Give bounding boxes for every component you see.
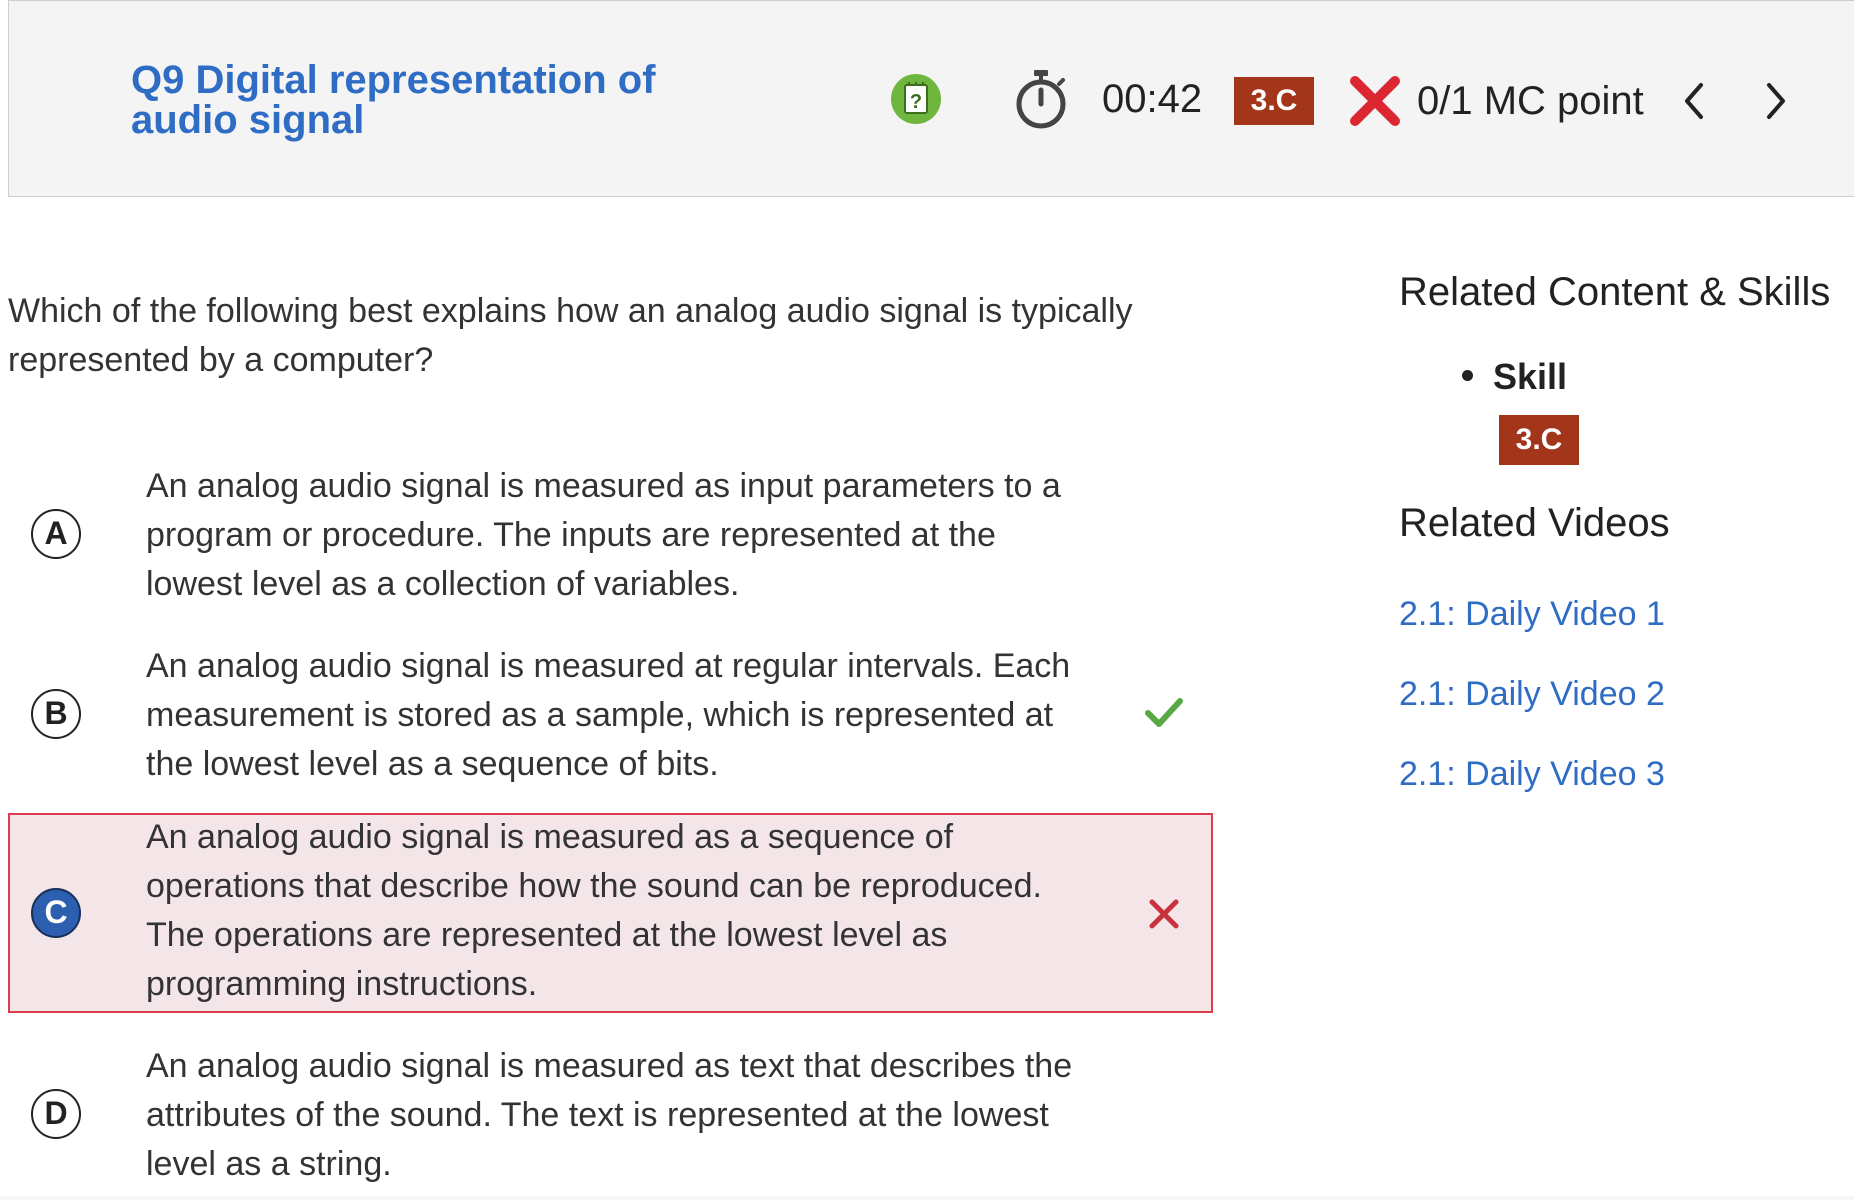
choice-letter-a[interactable]: A — [31, 509, 81, 559]
question-title[interactable]: Q9 Digital representation of audio signa… — [131, 60, 751, 140]
answer-choice-b[interactable]: B An analog audio signal is measured at … — [8, 642, 1213, 788]
skill-list-item: Skill — [1462, 355, 1567, 399]
check-icon — [1145, 698, 1183, 727]
skill-label: Skill — [1493, 356, 1568, 397]
question-text: Which of the following best explains how… — [8, 292, 1133, 379]
sidebar-skill-badge[interactable]: 3.C — [1499, 415, 1579, 465]
choice-text-d: An analog audio signal is measured as te… — [146, 1047, 1073, 1183]
bullet-icon — [1462, 369, 1473, 381]
red-x-icon — [1350, 76, 1400, 126]
chevron-right-icon[interactable] — [1755, 79, 1795, 123]
video-link-1[interactable]: 2.1: Daily Video 1 — [1399, 592, 1665, 636]
page-bottom-edge — [0, 1196, 1854, 1200]
video-link-2[interactable]: 2.1: Daily Video 2 — [1399, 672, 1665, 716]
choice-letter-b[interactable]: B — [31, 689, 81, 739]
question-notepad-icon[interactable]: ? — [890, 73, 942, 125]
choice-letter-c[interactable]: C — [31, 888, 81, 938]
related-content-title: Related Content & Skills — [1399, 270, 1831, 314]
question-header: Q9 Digital representation of audio signa… — [8, 0, 1854, 197]
choice-letter-d[interactable]: D — [31, 1089, 81, 1139]
svg-text:?: ? — [910, 91, 922, 113]
chevron-left-icon[interactable] — [1675, 79, 1715, 123]
timer-value: 00:42 — [1102, 77, 1203, 121]
video-link-3[interactable]: 2.1: Daily Video 3 — [1399, 752, 1665, 796]
score-value: 0/1 MC point — [1417, 79, 1644, 123]
choice-text-b: An analog audio signal is measured at re… — [146, 647, 1071, 783]
answer-choice-a[interactable]: A An analog audio signal is measured as … — [8, 462, 1213, 606]
related-videos-title: Related Videos — [1399, 501, 1670, 545]
answer-choice-c[interactable]: C An analog audio signal is measured as … — [8, 813, 1213, 1013]
answer-choice-d[interactable]: D An analog audio signal is measured as … — [8, 1042, 1213, 1188]
choice-text-a: An analog audio signal is measured as in… — [146, 467, 1061, 603]
stopwatch-icon — [1016, 70, 1066, 129]
x-icon — [1149, 899, 1179, 929]
skill-badge: 3.C — [1234, 77, 1314, 125]
choice-text-c: An analog audio signal is measured as a … — [146, 818, 1042, 1003]
